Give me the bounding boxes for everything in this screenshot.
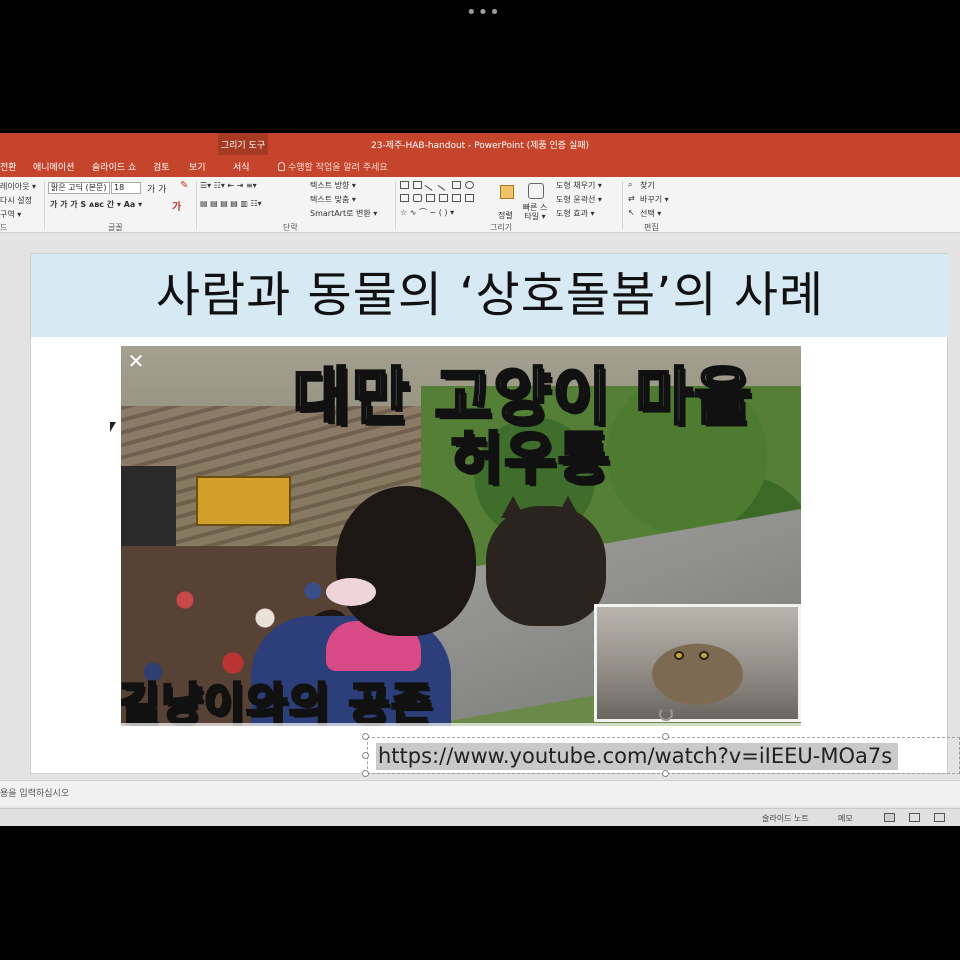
tab-review[interactable]: 검토 — [153, 160, 170, 173]
group-separator — [395, 181, 396, 229]
shape-arrow-icon[interactable] — [437, 179, 450, 191]
arrange-button[interactable]: 정렬 — [498, 210, 513, 221]
document-title: 23-제주-HAB-handout - PowerPoint (제품 인증 실패… — [370, 141, 590, 151]
clear-format-icon[interactable]: ✎ — [180, 180, 188, 191]
resize-handle[interactable] — [362, 733, 369, 740]
status-bar: 슬라이드 노트 메모 — [0, 808, 960, 826]
resize-handle[interactable] — [662, 770, 669, 777]
shape-down-arrow-icon[interactable] — [465, 194, 474, 202]
video-scene-post — [121, 466, 176, 556]
video-scene-cat — [486, 506, 606, 626]
group-separator — [196, 181, 197, 229]
mouse-cursor-icon — [110, 422, 116, 432]
shape-line-icon[interactable] — [424, 179, 437, 191]
shape-rounded-rect-icon[interactable] — [400, 194, 409, 202]
tab-slideshow[interactable]: 슬라이드 쇼 — [92, 160, 136, 173]
shape-rectangle-icon[interactable] — [452, 181, 461, 189]
select-button[interactable]: 선택 ▾ — [640, 208, 661, 219]
shape-oval-icon[interactable] — [465, 181, 474, 189]
reading-view-icon[interactable] — [934, 813, 945, 822]
list-icons[interactable]: ☰▾ ☷▾ ⇤ ⇥ ≡▾ — [200, 181, 257, 190]
shape-vtextbox-icon[interactable] — [413, 181, 422, 189]
resize-handle[interactable] — [362, 770, 369, 777]
video-bottom-edge — [121, 723, 801, 726]
slides-group-label: 드 — [0, 223, 8, 232]
quick-styles-button[interactable]: 빠른 스타일 ▾ — [522, 203, 548, 221]
slide-notes-button[interactable]: 슬라이드 노트 — [762, 813, 809, 824]
editing-group-label: 편집 — [644, 223, 659, 232]
rotate-handle-icon[interactable] — [659, 707, 673, 721]
screen: ••• 그리기 도구 23-제주-HAB-handout - PowerPoin… — [0, 0, 960, 960]
notes-pane[interactable]: 용을 입력하십시오 — [0, 780, 960, 806]
group-separator — [44, 181, 45, 229]
youtube-link-text[interactable]: https://www.youtube.com/watch?v=iIEEU-MO… — [376, 743, 899, 770]
arrange-icon — [500, 185, 514, 199]
lightbulb-icon — [278, 162, 285, 171]
align-text-button[interactable]: 텍스트 맞춤 ▾ — [310, 194, 356, 205]
layout-button[interactable]: 레이아웃 ▾ — [0, 181, 36, 192]
paragraph-group-label: 단락 — [283, 223, 298, 232]
notes-placeholder: 용을 입력하십시오 — [0, 789, 70, 799]
tab-view[interactable]: 보기 — [189, 160, 206, 173]
tab-format[interactable]: 서식 — [233, 160, 250, 173]
smartart-button[interactable]: SmartArt로 변환 ▾ — [310, 208, 377, 219]
video-inset-kitten — [594, 604, 801, 722]
normal-view-icon[interactable] — [884, 813, 895, 822]
ribbon: 레이아웃 ▾ 다시 설정 구역 ▾ 드 맑은 고딕 (본문) 18 가 가 ✎ … — [0, 177, 960, 233]
video-caption-bottom: 길냥이와의 공존 — [121, 678, 434, 727]
video-scene-train — [196, 476, 291, 526]
kitten-eye — [674, 651, 684, 660]
select-icon[interactable]: ↖ — [628, 208, 635, 217]
resize-handle[interactable] — [662, 733, 669, 740]
align-icons[interactable]: ▤ ▤ ▤ ▤ ▥ ☷▾ — [200, 199, 262, 208]
girl-scrunchie — [326, 578, 376, 606]
font-style-icons[interactable]: 가 가 가 S ᴀʙᴄ 간 ▾ Aa ▾ — [50, 199, 142, 210]
slide-title[interactable]: 사람과 동물의 ‘상호돌봄’의 사례 — [31, 254, 949, 337]
shape-more-icons[interactable]: ☆ ∿ ⌒ ∽ ( ) ▾ — [400, 207, 454, 218]
group-separator — [622, 181, 623, 229]
shape-right-arrow-icon[interactable] — [452, 194, 461, 202]
shape-elbow-icon[interactable] — [439, 194, 448, 202]
comments-button[interactable]: 메모 — [838, 813, 853, 824]
quick-styles-icon — [528, 183, 544, 199]
font-size-combo[interactable]: 18 — [111, 182, 141, 194]
kitten-eye — [699, 651, 709, 660]
drawing-group-label: 그리기 — [490, 223, 513, 232]
grow-font-icon[interactable]: 가 가 — [147, 182, 166, 195]
shape-outline-button[interactable]: 도형 윤곽선 ▾ — [556, 194, 602, 205]
window-menu-dots-icon[interactable]: ••• — [466, 4, 501, 22]
font-name-combo[interactable]: 맑은 고딕 (본문) — [48, 182, 110, 194]
replace-icon[interactable]: ⇄ — [628, 194, 635, 203]
tab-animations[interactable]: 애니메이션 — [33, 160, 74, 173]
shape-fill-button[interactable]: 도형 채우기 ▾ — [556, 180, 602, 191]
close-icon[interactable]: ✕ — [125, 350, 147, 372]
slide-sorter-view-icon[interactable] — [909, 813, 920, 822]
tell-me-box[interactable]: 수행할 작업을 알려 주세요 — [278, 160, 388, 173]
font-group-label: 글꼴 — [108, 223, 123, 232]
video-thumbnail[interactable]: 대만 고양이 마을 허우통 길냥이와의 공존 ✕ — [121, 346, 801, 726]
ribbon-tabs: 전환 애니메이션 슬라이드 쇼 검토 보기 서식 수행할 작업을 알려 주세요 — [0, 155, 960, 177]
resize-handle[interactable] — [362, 752, 369, 759]
font-color-icon[interactable]: 가 — [172, 198, 181, 213]
replace-button[interactable]: 바꾸기 ▾ — [640, 194, 669, 205]
shape-connector-icon[interactable] — [426, 194, 435, 202]
shape-textbox-icon[interactable] — [400, 181, 409, 189]
tell-me-text: 수행할 작업을 알려 주세요 — [288, 163, 388, 173]
girl-head — [336, 486, 476, 636]
find-icon[interactable]: ⌕ — [628, 180, 632, 190]
text-direction-button[interactable]: 텍스트 방향 ▾ — [310, 180, 356, 191]
section-button[interactable]: 구역 ▾ — [0, 209, 21, 220]
reset-button[interactable]: 다시 설정 — [0, 195, 32, 206]
tab-transitions[interactable]: 전환 — [0, 160, 17, 173]
shape-effects-button[interactable]: 도형 효과 ▾ — [556, 208, 595, 219]
find-button[interactable]: 찾기 — [640, 180, 655, 191]
video-caption-top-2: 허우통 — [450, 426, 612, 494]
shape-triangle-icon[interactable] — [413, 194, 422, 202]
